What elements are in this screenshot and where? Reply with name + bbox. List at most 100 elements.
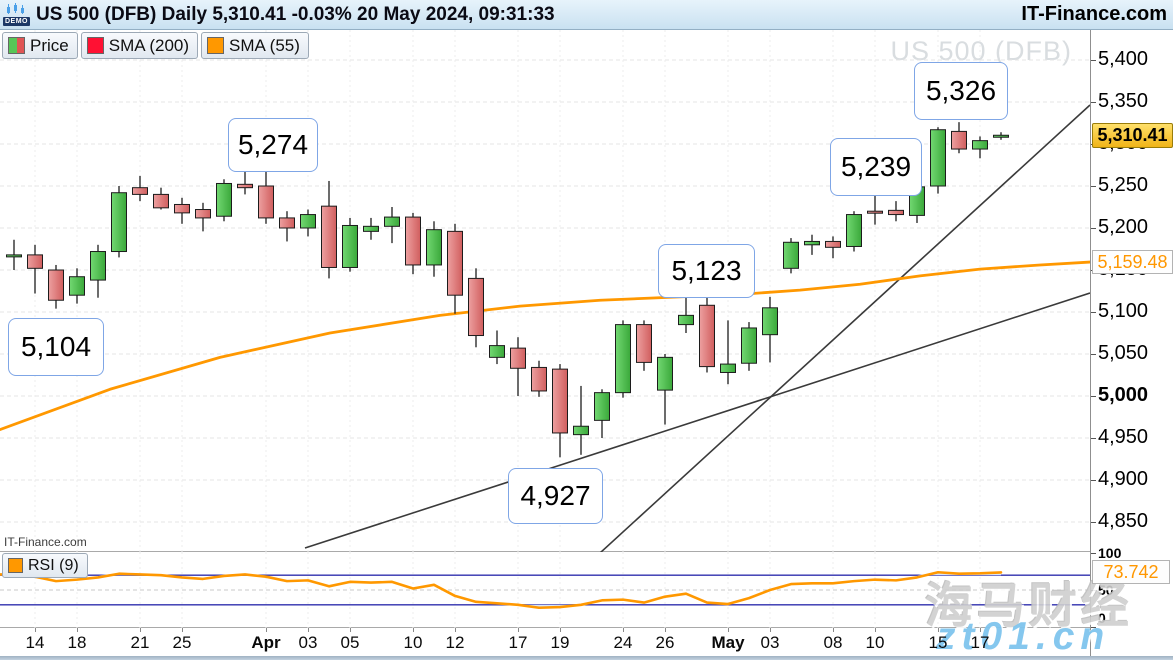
y-axis[interactable]: 5,4005,3505,3005,2505,2005,1505,1005,050… — [1090, 30, 1173, 656]
price-tick-label: 5,050 — [1098, 342, 1148, 365]
legend-sma200-label: SMA (200) — [109, 36, 189, 56]
legend-sma200[interactable]: SMA (200) — [81, 32, 198, 59]
y-axis-tick-mark — [1091, 480, 1096, 481]
x-axis-tick-mark — [455, 628, 456, 632]
candle-Mar-21 — [133, 176, 148, 201]
legend-sma55-label: SMA (55) — [229, 36, 300, 56]
price-series-icon — [8, 37, 25, 54]
legend-rsi-label: RSI (9) — [28, 557, 79, 575]
candle-Apr-24 — [616, 320, 631, 397]
x-axis-label: May — [711, 633, 744, 653]
y-axis-tick-mark — [1091, 396, 1096, 397]
candle-Mar-14 — [28, 245, 43, 294]
y-axis-tick-mark — [1091, 228, 1096, 229]
x-axis-label: 03 — [761, 633, 780, 653]
x-axis-tick-mark — [266, 628, 267, 632]
y-axis-tick-mark — [1091, 186, 1096, 187]
candle-May-15 — [931, 127, 946, 193]
x-axis-label: 05 — [341, 633, 360, 653]
candle-Apr-11 — [427, 221, 442, 276]
y-axis-tick-mark — [1091, 102, 1096, 103]
chart-title: US 500 (DFB) Daily 5,310.41 -0.03% 20 Ma… — [36, 4, 555, 26]
x-axis-tick-mark — [413, 628, 414, 632]
x-axis-tick-mark — [623, 628, 624, 632]
price-tick-label: 5,000 — [1098, 384, 1148, 407]
price-legend: Price SMA (200) SMA (55) — [2, 32, 309, 59]
candle-Apr-12 — [448, 224, 463, 314]
candle-May-06 — [784, 238, 799, 273]
legend-price[interactable]: Price — [2, 32, 78, 59]
y-axis-tick-mark — [1091, 438, 1096, 439]
title-bar: DEMO US 500 (DFB) Daily 5,310.41 -0.03% … — [0, 0, 1173, 30]
candle-May-03 — [763, 297, 778, 363]
candle-Mar-22 — [154, 188, 169, 210]
candle-Mar-19 — [91, 245, 106, 298]
candle-Apr-10 — [406, 213, 421, 274]
price-annotation-5104: 5,104 — [8, 318, 104, 376]
candle-Apr-09 — [385, 207, 400, 243]
x-axis-tick-mark — [140, 628, 141, 632]
chart-window: DEMO US 500 (DFB) Daily 5,310.41 -0.03% … — [0, 0, 1173, 660]
candle-Apr-04 — [322, 181, 337, 278]
x-axis-tick-mark — [770, 628, 771, 632]
x-axis-tick-mark — [833, 628, 834, 632]
sma200-series-icon — [87, 37, 104, 54]
candle-May-16 — [952, 122, 967, 153]
price-annotation-5239: 5,239 — [830, 138, 922, 196]
candle-May-02 — [742, 322, 757, 371]
x-axis-label: 25 — [173, 633, 192, 653]
candle-Apr-15 — [469, 268, 484, 347]
candle-May-13 — [889, 201, 904, 221]
price-tick-label: 4,950 — [1098, 426, 1148, 449]
x-axis-tick-mark — [350, 628, 351, 632]
y-axis-tick-mark — [1091, 522, 1096, 523]
candle-Apr-23 — [595, 389, 610, 438]
candle-Mar-18 — [70, 268, 85, 303]
y-axis-tick-mark — [1091, 312, 1096, 313]
candle-Apr-19 — [553, 364, 568, 457]
x-axis-label: 10 — [866, 633, 885, 653]
candle-May-17 — [973, 136, 988, 158]
x-axis-tick-mark — [728, 628, 729, 632]
price-tick-label: 5,350 — [1098, 90, 1148, 113]
candle-Mar-27 — [217, 179, 232, 221]
x-axis-label: 15 — [929, 633, 948, 653]
candle-Apr-17 — [511, 337, 526, 396]
candle-Apr-01 — [259, 166, 274, 224]
candle-May-10 — [868, 195, 883, 224]
price-tick-label: 4,850 — [1098, 510, 1148, 533]
price-tick-label: 5,100 — [1098, 300, 1148, 323]
brand-link[interactable]: IT-Finance.com — [1021, 3, 1167, 26]
x-axis-label: 14 — [26, 633, 45, 653]
last-price-box: 5,310.41 — [1092, 123, 1173, 148]
price-panel[interactable]: US 500 (DFB) Price SMA (200) SMA (55) IT… — [0, 30, 1090, 552]
rsi-legend: RSI (9) — [2, 553, 88, 578]
y-axis-tick-mark — [1091, 354, 1096, 355]
legend-price-label: Price — [30, 36, 69, 56]
price-annotation-5274: 5,274 — [228, 118, 318, 172]
x-axis-label: 26 — [656, 633, 675, 653]
x-axis-tick-mark — [665, 628, 666, 632]
x-axis-tick-mark — [35, 628, 36, 632]
demo-badge: DEMO — [3, 17, 30, 26]
price-tick-label: 5,250 — [1098, 174, 1148, 197]
candle-Mar-26 — [196, 203, 211, 232]
itfinance-watermark: IT-Finance.com — [4, 535, 87, 549]
x-axis-label: 03 — [299, 633, 318, 653]
x-axis-label: 08 — [824, 633, 843, 653]
candle-Mar-20 — [112, 186, 127, 257]
x-axis-label: Apr — [251, 633, 280, 653]
x-axis-tick-mark — [308, 628, 309, 632]
candle-May-01 — [721, 320, 736, 384]
candle-Apr-08 — [364, 218, 379, 240]
legend-sma55[interactable]: SMA (55) — [201, 32, 309, 59]
price-tick-label: 5,400 — [1098, 48, 1148, 71]
legend-rsi[interactable]: RSI (9) — [2, 553, 88, 578]
x-axis-label: 19 — [551, 633, 570, 653]
candle-May-07 — [805, 235, 820, 255]
x-axis-label: 12 — [446, 633, 465, 653]
candle-Apr-29 — [679, 297, 694, 333]
mini-candles-icon — [5, 3, 27, 15]
url-watermark: zt01.cn — [936, 615, 1110, 659]
candle-May-09 — [847, 211, 862, 251]
